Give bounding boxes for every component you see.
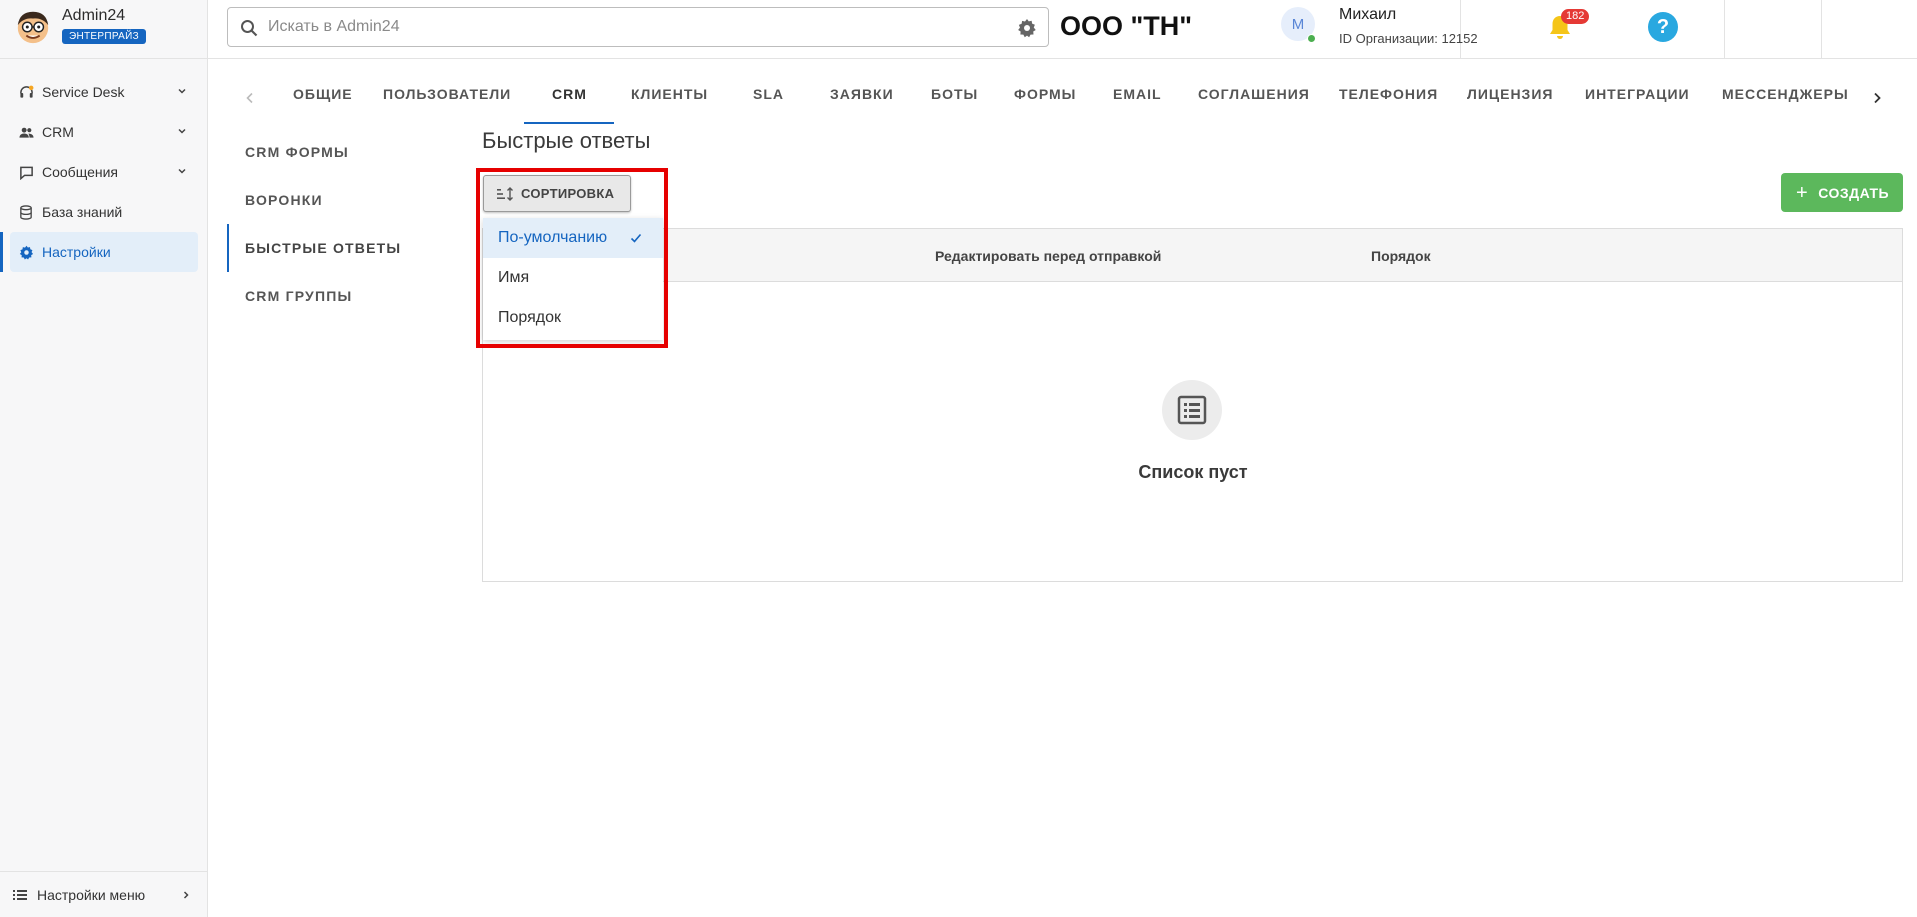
tab-integrations[interactable]: ИНТЕГРАЦИИ [1585, 86, 1690, 102]
database-icon [18, 204, 34, 220]
subnav-crm-groups[interactable]: CRM ГРУППЫ [245, 288, 352, 304]
create-button-label: СОЗДАТЬ [1818, 184, 1890, 201]
sort-menu: По-умолчанию Имя Порядок [483, 218, 663, 340]
search-input[interactable] [268, 16, 988, 38]
header-divider [1460, 0, 1461, 59]
tab-forms[interactable]: ФОРМЫ [1014, 86, 1076, 102]
menu-settings-label: Настройки меню [37, 886, 146, 903]
empty-state-text: Список пуст [1138, 462, 1248, 482]
empty-list-icon [1162, 380, 1222, 440]
chevron-down-icon [178, 168, 186, 174]
chevron-down-icon [178, 128, 186, 134]
gear-icon [18, 244, 34, 260]
menu-settings-button[interactable]: Настройки меню [0, 871, 208, 917]
sort-option-name[interactable]: Имя [483, 258, 663, 298]
column-header-edit-before-send[interactable]: Редактировать перед отправкой [935, 248, 1161, 264]
sort-button[interactable]: СОРТИРОВКА [483, 175, 631, 212]
sort-option-order[interactable]: Порядок [483, 298, 663, 338]
subnav-funnels[interactable]: ВОРОНКИ [245, 192, 323, 208]
sort-option-default[interactable]: По-умолчанию [483, 218, 663, 258]
sort-icon [497, 186, 513, 201]
active-tab-underline [524, 122, 614, 124]
sidebar: Admin24 ЭНТЕРПРАЙЗ Service Desk CRM Сооб… [0, 0, 208, 917]
org-id: ID Организации: 12152 [1339, 31, 1478, 46]
sidebar-item-label: CRM [42, 124, 74, 140]
chevron-down-icon [178, 88, 186, 94]
sidebar-item-label: База знаний [42, 204, 123, 220]
tab-requests[interactable]: ЗАЯВКИ [830, 86, 894, 102]
quick-replies-table: Редактировать перед отправкой Порядок Сп… [482, 228, 1903, 582]
chat-icon [18, 164, 34, 180]
sidebar-item-label: Service Desk [42, 84, 125, 100]
sort-option-label: Имя [498, 269, 530, 286]
sort-option-label: По-умолчанию [498, 229, 608, 246]
tab-clients[interactable]: КЛИЕНТЫ [631, 86, 708, 102]
column-header-order[interactable]: Порядок [1371, 248, 1431, 264]
tab-license[interactable]: ЛИЦЕНЗИЯ [1467, 86, 1553, 102]
tab-general[interactable]: ОБЩИЕ [293, 86, 353, 102]
plus-icon: + [1796, 181, 1809, 204]
sidebar-item-label: Сообщения [42, 164, 118, 180]
chevron-right-icon [183, 891, 189, 899]
tabs-scroll-right-icon[interactable] [1870, 91, 1884, 105]
sidebar-item-messages[interactable]: Сообщения [10, 152, 198, 192]
tab-email[interactable]: EMAIL [1113, 86, 1162, 102]
sidebar-item-service-desk[interactable]: Service Desk [10, 72, 198, 112]
header-divider [1821, 0, 1822, 59]
brand-block: Admin24 ЭНТЕРПРАЙЗ [0, 0, 208, 59]
table-header: Редактировать перед отправкой Порядок [483, 229, 1902, 282]
search-icon [241, 20, 258, 37]
subnav-active-indicator [227, 224, 229, 272]
user-name[interactable]: Михаил [1339, 6, 1396, 24]
sidebar-item-settings[interactable]: Настройки [10, 232, 198, 272]
tab-telephony[interactable]: ТЕЛЕФОНИЯ [1339, 86, 1438, 102]
tab-agreements[interactable]: СОГЛАШЕНИЯ [1198, 86, 1310, 102]
settings-tabs: ОБЩИЕ ПОЛЬЗОВАТЕЛИ CRM КЛИЕНТЫ SLA ЗАЯВК… [208, 72, 1917, 124]
brand-name: Admin24 [62, 7, 126, 24]
sort-option-label: Порядок [498, 309, 562, 326]
plan-badge: ЭНТЕРПРАЙЗ [62, 29, 146, 44]
avatar[interactable] [14, 8, 52, 46]
header-divider [1724, 0, 1725, 59]
sidebar-item-label: Настройки [42, 244, 111, 260]
people-icon [18, 124, 34, 140]
subnav-quick-replies[interactable]: БЫСТРЫЕ ОТВЕТЫ [245, 240, 401, 256]
sort-button-label: СОРТИРОВКА [521, 186, 615, 201]
tab-messengers[interactable]: МЕССЕНДЖЕРЫ [1722, 86, 1849, 102]
tab-sla[interactable]: SLA [753, 86, 784, 102]
tab-bots[interactable]: БОТЫ [931, 86, 978, 102]
tab-users[interactable]: ПОЛЬЗОВАТЕЛИ [383, 86, 511, 102]
sidebar-item-crm[interactable]: CRM [10, 112, 198, 152]
active-indicator [0, 232, 3, 272]
search-box [227, 7, 1049, 47]
tab-crm[interactable]: CRM [552, 86, 587, 102]
page-title: Быстрые ответы [482, 128, 651, 153]
list-icon [13, 889, 27, 900]
sidebar-nav: Service Desk CRM Сообщения База знаний Н… [0, 72, 208, 272]
online-status-dot [1307, 34, 1316, 43]
headset-icon [18, 84, 34, 100]
check-icon [630, 233, 642, 243]
subnav-crm-forms[interactable]: CRM ФОРМЫ [245, 144, 349, 160]
help-icon[interactable]: ? [1648, 12, 1678, 42]
create-button[interactable]: + СОЗДАТЬ [1781, 173, 1903, 212]
sidebar-item-knowledge-base[interactable]: База знаний [10, 192, 198, 232]
notification-badge: 182 [1561, 9, 1590, 24]
org-title: ООО "ТН" [1059, 11, 1193, 41]
